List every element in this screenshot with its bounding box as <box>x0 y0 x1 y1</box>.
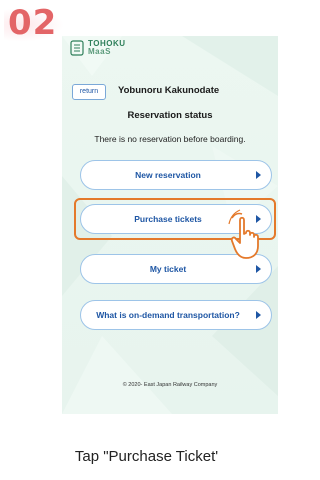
step-caption: Tap "Purchase Ticket' <box>74 448 219 465</box>
chevron-right-icon <box>256 311 261 319</box>
service-name: Yobunoru Kakunodate <box>118 85 220 96</box>
on-demand-info-button[interactable]: What is on-demand transportation? <box>80 300 272 330</box>
tap-hand-icon <box>228 209 259 259</box>
status-title: Reservation status <box>127 110 213 121</box>
return-button[interactable]: return <box>72 84 106 100</box>
app-logo: TOHOKU MaaS <box>70 40 126 56</box>
chevron-right-icon <box>256 265 261 273</box>
step-number: 02 <box>8 3 58 43</box>
logo-icon <box>70 40 84 56</box>
logo-text-line2: MaaS <box>88 47 111 56</box>
header: return Yobunoru Kakunodate <box>62 84 278 104</box>
chevron-right-icon <box>256 171 261 179</box>
copyright: © 2020- East Japan Railway Company <box>122 382 218 388</box>
on-demand-info-label: What is on-demand transportation? <box>96 310 240 320</box>
new-reservation-button[interactable]: New reservation <box>80 160 272 190</box>
new-reservation-label: New reservation <box>135 170 201 180</box>
phone-screen: TOHOKU MaaS return Yobunoru Kakunodate R… <box>62 36 278 414</box>
status-message: There is no reservation before boarding. <box>94 134 246 144</box>
